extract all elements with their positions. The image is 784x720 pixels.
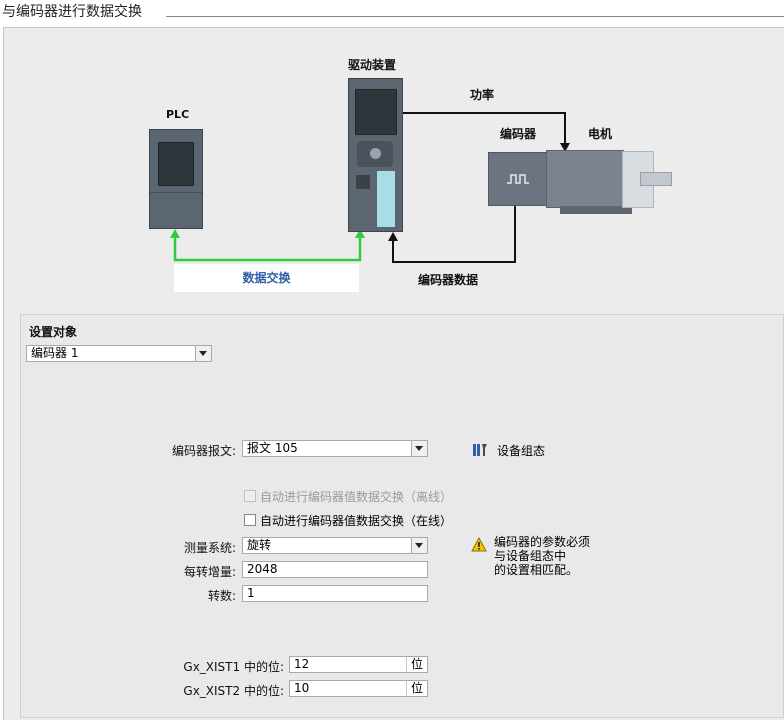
device-config-link[interactable]: 设备组态 (497, 442, 545, 459)
warning-line-3: 的设置相匹配。 (494, 563, 579, 577)
chevron-down-icon[interactable] (195, 346, 211, 361)
drive-label: 驱动装置 (348, 58, 397, 72)
plc-display (158, 142, 194, 186)
measure-system-label: 测量系统: (183, 541, 236, 555)
telegram-label: 编码器报文: (171, 444, 236, 458)
revolutions-label: 转数: (207, 589, 236, 603)
warning-text: 编码器的参数必须 与设备组态中 的设置相匹配。 (494, 535, 590, 577)
increments-value: 2048 (247, 562, 278, 576)
telegram-select[interactable]: 报文 105 (242, 440, 428, 457)
power-label: 功率 (470, 88, 495, 102)
telegram-value: 报文 105 (247, 441, 298, 455)
warning-line-1: 编码器的参数必须 (494, 535, 591, 549)
config-title: 设置对象 (29, 325, 78, 339)
auto-offline-label: 自动进行编码器值数据交换（离线） (260, 490, 453, 504)
power-link (403, 112, 566, 147)
drive-key (370, 148, 381, 159)
xist1-input[interactable]: 12 位 (289, 656, 428, 673)
tools-icon[interactable] (472, 442, 488, 458)
xist2-label: Gx_XIST2 中的位: (183, 684, 284, 698)
warning-line-2: 与设备组态中 (494, 549, 567, 563)
chevron-down-icon[interactable] (411, 441, 427, 456)
plc-label: PLC (166, 108, 190, 121)
xist2-unit: 位 (406, 681, 427, 696)
drive-keypad (357, 141, 393, 167)
data-exchange-label: 数据交换 (174, 264, 359, 292)
measure-system-value: 旋转 (247, 538, 272, 552)
pulse-icon (507, 174, 529, 184)
xist2-input[interactable]: 10 位 (289, 680, 428, 697)
increments-label: 每转增量: (183, 565, 236, 579)
plc-device (149, 129, 203, 229)
green-link (173, 235, 362, 262)
encoder-data-link (392, 205, 516, 263)
xist1-label: Gx_XIST1 中的位: (183, 660, 284, 674)
green-arrow-plc (170, 229, 180, 238)
motor-body (546, 150, 624, 208)
revolutions-value: 1 (247, 586, 255, 600)
chevron-down-icon[interactable] (411, 538, 427, 553)
motor-shaft (640, 172, 672, 186)
plc-divider (150, 192, 202, 193)
auto-online-checkbox[interactable] (244, 514, 256, 526)
xist2-value: 10 (294, 681, 310, 695)
warning-icon (471, 536, 487, 553)
drive-device (348, 78, 403, 232)
encoder-device (488, 152, 548, 206)
motor-label: 电机 (588, 127, 613, 141)
measure-system-select[interactable]: 旋转 (242, 537, 428, 554)
xist1-unit: 位 (406, 657, 427, 672)
auto-online-label: 自动进行编码器值数据交换（在线） (260, 514, 453, 528)
xist1-value: 12 (294, 657, 310, 671)
revolutions-input[interactable]: 1 (242, 585, 428, 602)
encoder-data-label: 编码器数据 (418, 273, 479, 287)
increments-input[interactable]: 2048 (242, 561, 428, 578)
encoder-label: 编码器 (500, 127, 537, 141)
drive-port (356, 175, 370, 189)
drive-status-strip (377, 171, 395, 227)
encoder-data-arrow (388, 232, 398, 241)
drive-display (355, 89, 397, 135)
object-select[interactable]: 编码器 1 (26, 345, 212, 362)
object-select-value: 编码器 1 (31, 346, 79, 360)
auto-offline-checkbox[interactable] (244, 490, 256, 502)
